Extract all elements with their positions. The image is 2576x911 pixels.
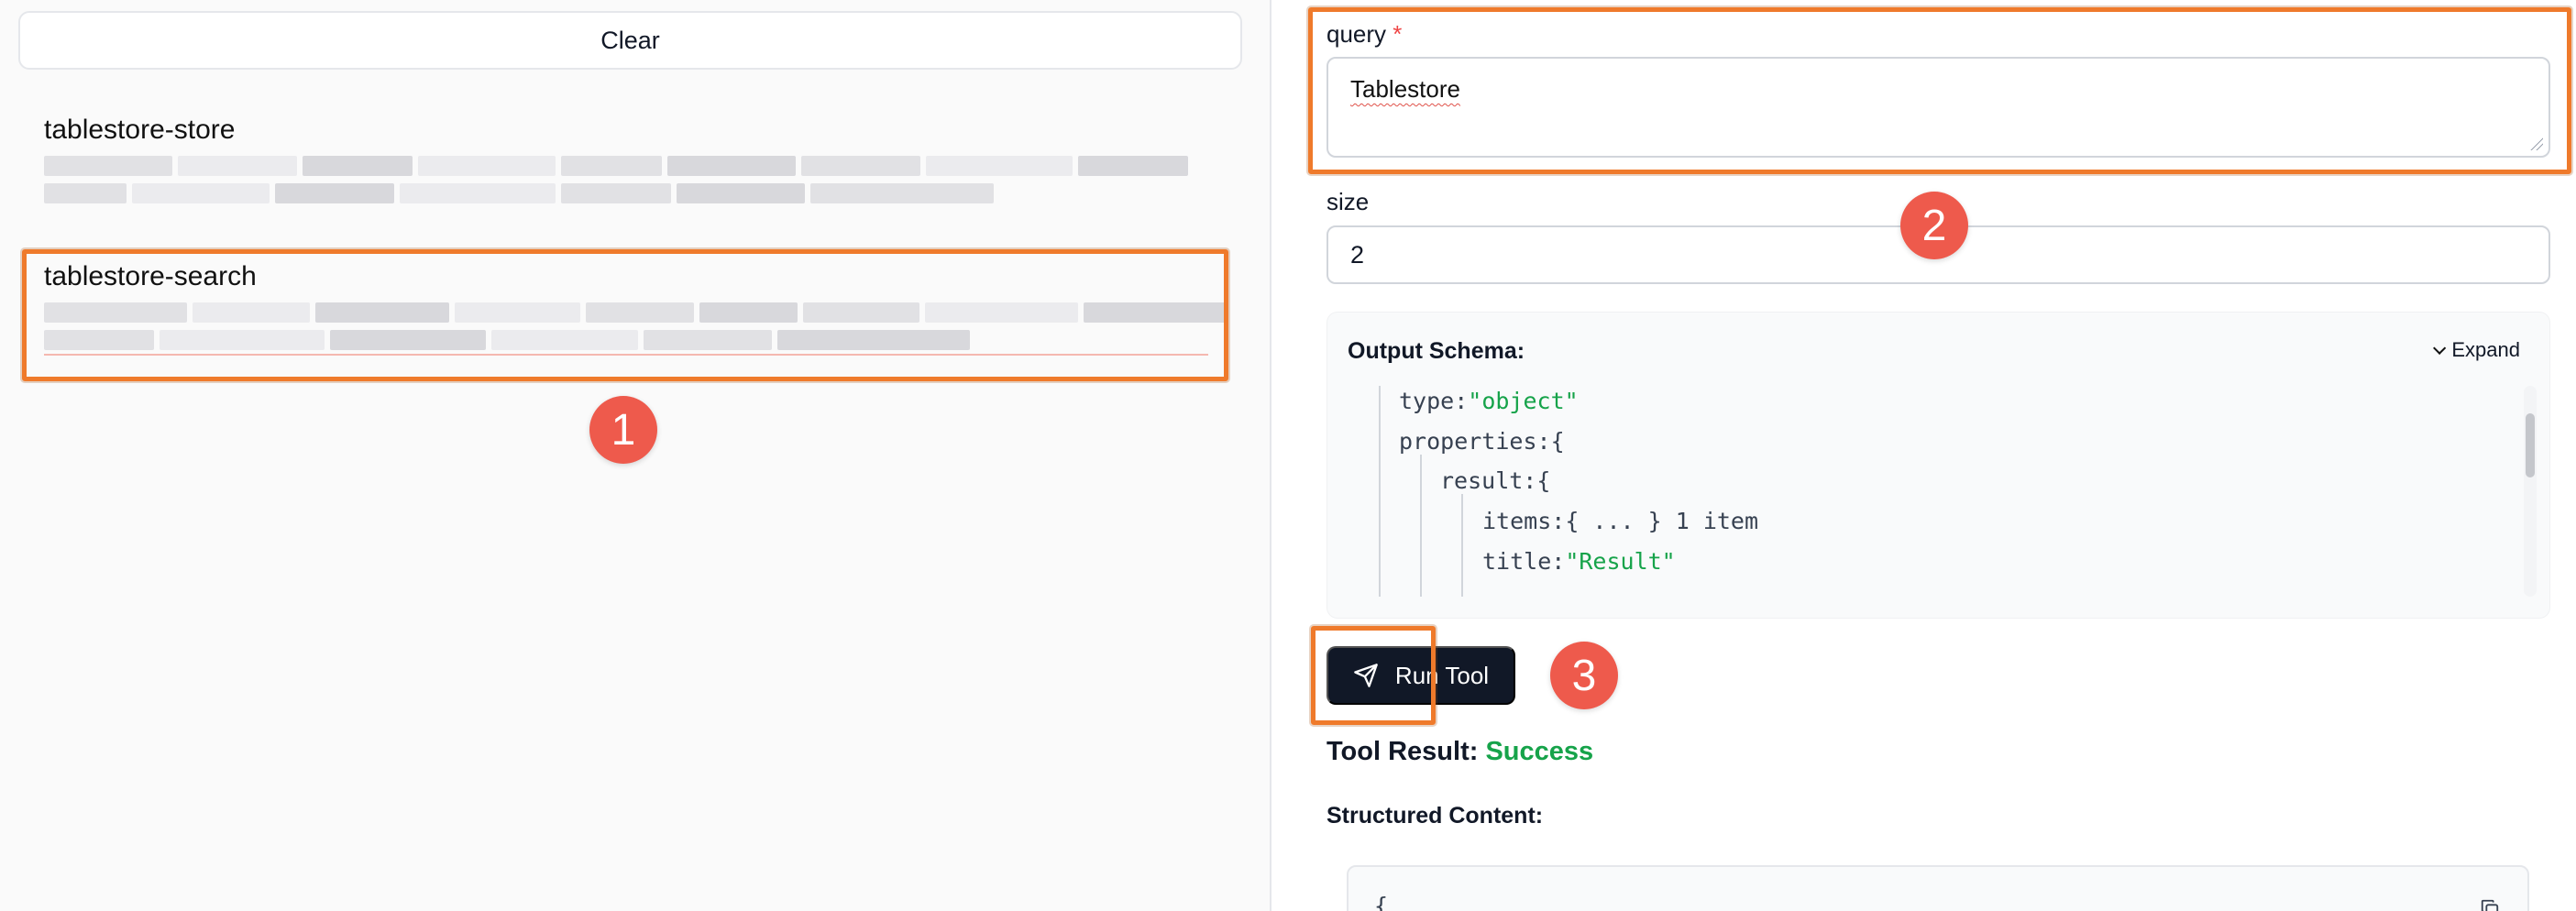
tool-description-redacted — [44, 156, 1227, 203]
output-schema-title: Output Schema: — [1348, 338, 1525, 364]
schema-code-view[interactable]: type:"object" properties:{ result:{ item… — [1348, 386, 2526, 597]
structured-content-label: Structured Content: — [1327, 803, 1544, 829]
highlight-box-run — [1311, 626, 1436, 725]
tool-name: tablestore-store — [44, 115, 236, 145]
schema-line: properties:{ — [1399, 428, 1565, 455]
status-badge: Success — [1485, 737, 1594, 766]
step-badge-3: 3 — [1550, 642, 1618, 709]
indent-guide — [1379, 386, 1381, 597]
tool-result-label: Tool Result: — [1327, 737, 1479, 766]
tool-list-pane: Clear tablestore-store tablestore-search… — [0, 0, 1270, 911]
structured-content-box: { — [1347, 865, 2529, 911]
size-value: 2 — [1350, 240, 1365, 269]
structured-content-text: { — [1374, 893, 1389, 911]
expand-label: Expand — [2451, 338, 2520, 361]
step-badge-2: 2 — [1900, 192, 1968, 259]
tool-result-heading: Tool Result: Success — [1327, 737, 1593, 767]
schema-line: result:{ — [1440, 467, 1551, 494]
copy-icon[interactable] — [2480, 898, 2500, 911]
size-label: size — [1327, 188, 1370, 215]
schema-line: title:"Result" — [1482, 548, 1676, 575]
scrollbar-thumb[interactable] — [2526, 413, 2535, 477]
indent-guide — [1420, 455, 1422, 597]
step-badge-1: 1 — [589, 396, 657, 464]
schema-line: type:"object" — [1399, 388, 1579, 414]
expand-button[interactable]: Expand — [2433, 338, 2520, 362]
schema-line: items:{ ... } 1 item — [1482, 508, 1759, 534]
highlight-box-tool-search — [22, 249, 1228, 381]
highlight-box-query — [1308, 7, 2571, 174]
chevron-down-icon — [2433, 341, 2447, 355]
indent-guide — [1461, 494, 1463, 597]
tool-item-store[interactable]: tablestore-store — [44, 112, 1227, 203]
tool-detail-pane: query * Tablestore size 2 2 Output Schem… — [1271, 0, 2576, 911]
schema-scrollbar[interactable] — [2524, 386, 2537, 597]
clear-button[interactable]: Clear — [18, 11, 1242, 70]
output-schema-panel: Output Schema: Expand type:"object" prop… — [1327, 312, 2550, 619]
